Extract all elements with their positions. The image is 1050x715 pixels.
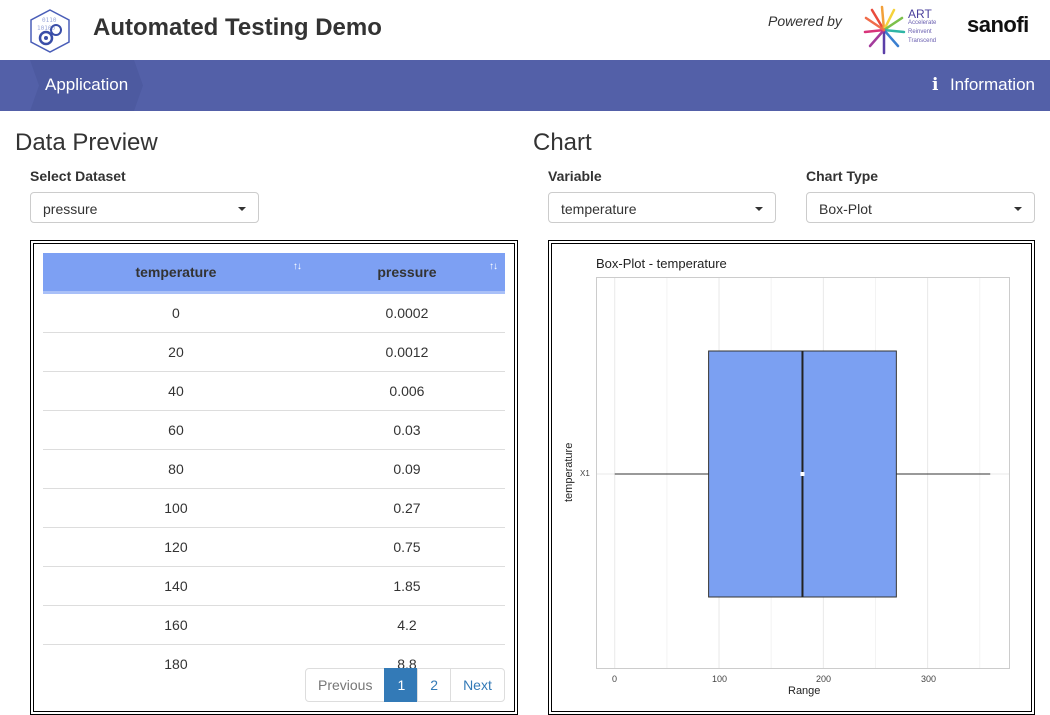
boxplot-svg (597, 278, 1009, 668)
header: 0110 10100 Automated Testing Demo Powere… (0, 0, 1050, 60)
x-tick-label: 0 (612, 674, 618, 684)
data-table: temperature ↑↓ pressure ↑↓ 0 0.0002 20 0.001… (43, 253, 505, 683)
page-1-button[interactable]: 1 (384, 668, 419, 702)
tab-application-label: Application (45, 75, 129, 94)
chevron-down-icon (1014, 207, 1022, 211)
variable-select-value: temperature (561, 201, 637, 217)
table-cell: 60 (43, 410, 309, 450)
dataset-select-value: pressure (43, 201, 98, 217)
select-dataset-label: Select Dataset (30, 168, 126, 184)
x-tick-label: 200 (816, 674, 832, 684)
x-axis-label: Range (788, 685, 821, 697)
table-body: 0 0.0002 20 0.0012 40 0.006 60 0.03 80 0.09 1… (43, 293, 505, 683)
chart-type-label: Chart Type (806, 168, 879, 184)
variable-select[interactable]: temperature (548, 192, 776, 223)
art-logo-line: Accelerate (908, 20, 937, 26)
previous-button[interactable]: Previous (305, 668, 386, 702)
table-cell: 100 (43, 488, 309, 528)
table-cell: 0.006 (308, 371, 505, 411)
page-2-button[interactable]: 2 (417, 668, 452, 702)
table-cell: 0.09 (308, 449, 505, 489)
table-cell: 0 (172, 305, 180, 321)
table-cell: 20 (43, 332, 309, 372)
art-logo-title: ART (908, 7, 932, 21)
table-row: 120 0.75 (43, 527, 505, 567)
sort-icon[interactable]: ↑↓ (293, 261, 302, 272)
table-cell: 0.75 (308, 527, 505, 567)
mean-marker (800, 472, 805, 476)
sanofi-logo: sanofi (967, 12, 1029, 37)
table-cell: 0.03 (308, 410, 505, 450)
table-cell: 140 (43, 566, 309, 606)
column-header-pressure[interactable]: pressure ↑↓ (308, 253, 505, 294)
chart-type-select[interactable]: Box-Plot (806, 192, 1035, 223)
x-tick-label: 300 (921, 674, 937, 684)
chart-type-select-value: Box-Plot (819, 201, 872, 217)
table-cell: 0.27 (308, 488, 505, 528)
y-tick-label: X1 (580, 469, 590, 478)
table-row: 140 1.85 (43, 566, 505, 606)
sort-icon[interactable]: ↑↓ (489, 261, 498, 272)
navbar: Application i Information (0, 60, 1050, 111)
art-logo-line: Transcend (908, 38, 937, 44)
svg-text:0110: 0110 (42, 17, 57, 24)
table-row: 60 0.03 (43, 410, 505, 450)
variable-label: Variable (548, 168, 602, 184)
dataset-select[interactable]: pressure (30, 192, 259, 223)
pagination: Previous 1 2 Next (305, 668, 505, 702)
plot-panel (596, 277, 1010, 669)
chart-heading: Chart (533, 129, 592, 156)
y-axis-label: temperature (563, 442, 575, 502)
information-label: Information (949, 75, 1035, 94)
info-icon: i (931, 75, 939, 95)
chart-title: Box-Plot - temperature (596, 256, 727, 271)
table-row: 40 0.006 (43, 371, 505, 411)
table-row: 0 0.0002 (43, 293, 505, 333)
table-cell: 160 (43, 605, 309, 645)
column-header-temperature[interactable]: temperature ↑↓ (43, 253, 309, 294)
art-logo-line: Reinvent (908, 29, 932, 35)
art-logo-text: ART Accelerate Reinvent Transcend (908, 7, 937, 46)
table-cell: 4.2 (308, 605, 505, 645)
table-cell: 80 (43, 449, 309, 489)
table-cell: 180 (43, 644, 309, 683)
table-cell: 0.0002 (385, 305, 429, 321)
chevron-down-icon (238, 207, 246, 211)
table-row: 80 0.09 (43, 449, 505, 489)
information-link[interactable]: i Information (932, 75, 1035, 95)
chevron-down-icon (755, 207, 763, 211)
powered-by-text: Powered by (768, 13, 842, 29)
data-preview-heading: Data Preview (15, 129, 158, 156)
table-row: 20 0.0012 (43, 332, 505, 372)
table-row: 160 4.2 (43, 605, 505, 645)
x-tick-label: 100 (712, 674, 728, 684)
table-cell: 120 (43, 527, 309, 567)
table-cell: 1.85 (308, 566, 505, 606)
app-title: Automated Testing Demo (93, 14, 382, 41)
tab-application[interactable]: Application (30, 60, 143, 111)
table-row: 100 0.27 (43, 488, 505, 528)
app-logo-icon: 0110 10100 (28, 8, 72, 54)
next-button[interactable]: Next (450, 668, 505, 702)
table-cell: 40 (43, 371, 309, 411)
table-cell: 0.0012 (308, 332, 505, 372)
